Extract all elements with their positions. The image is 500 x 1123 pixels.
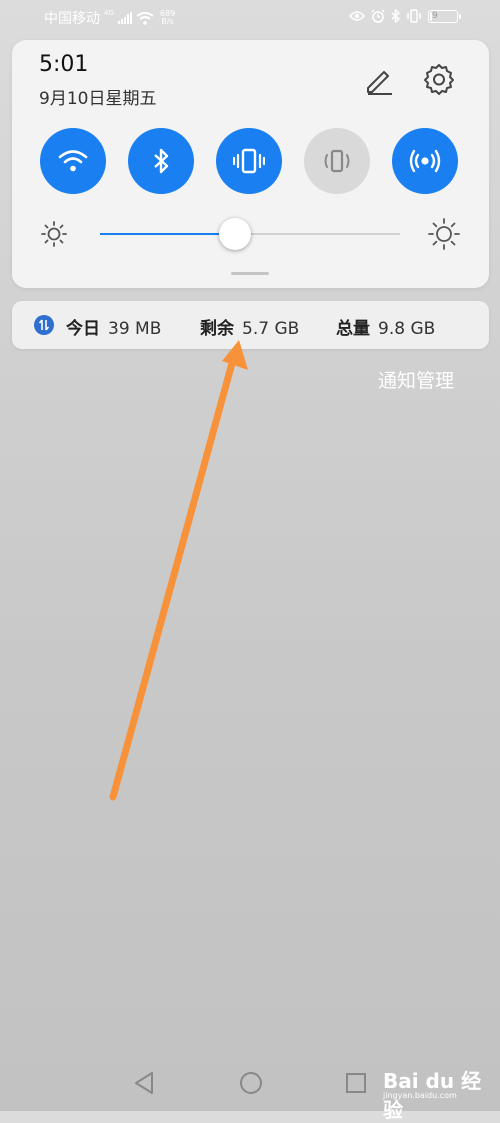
annotation-arrow — [109, 340, 248, 801]
recent-apps-icon[interactable] — [346, 1073, 366, 1093]
watermark-url: jingyan.baidu.com — [383, 1091, 457, 1100]
back-icon[interactable] — [133, 1071, 155, 1095]
home-icon[interactable] — [239, 1071, 263, 1095]
